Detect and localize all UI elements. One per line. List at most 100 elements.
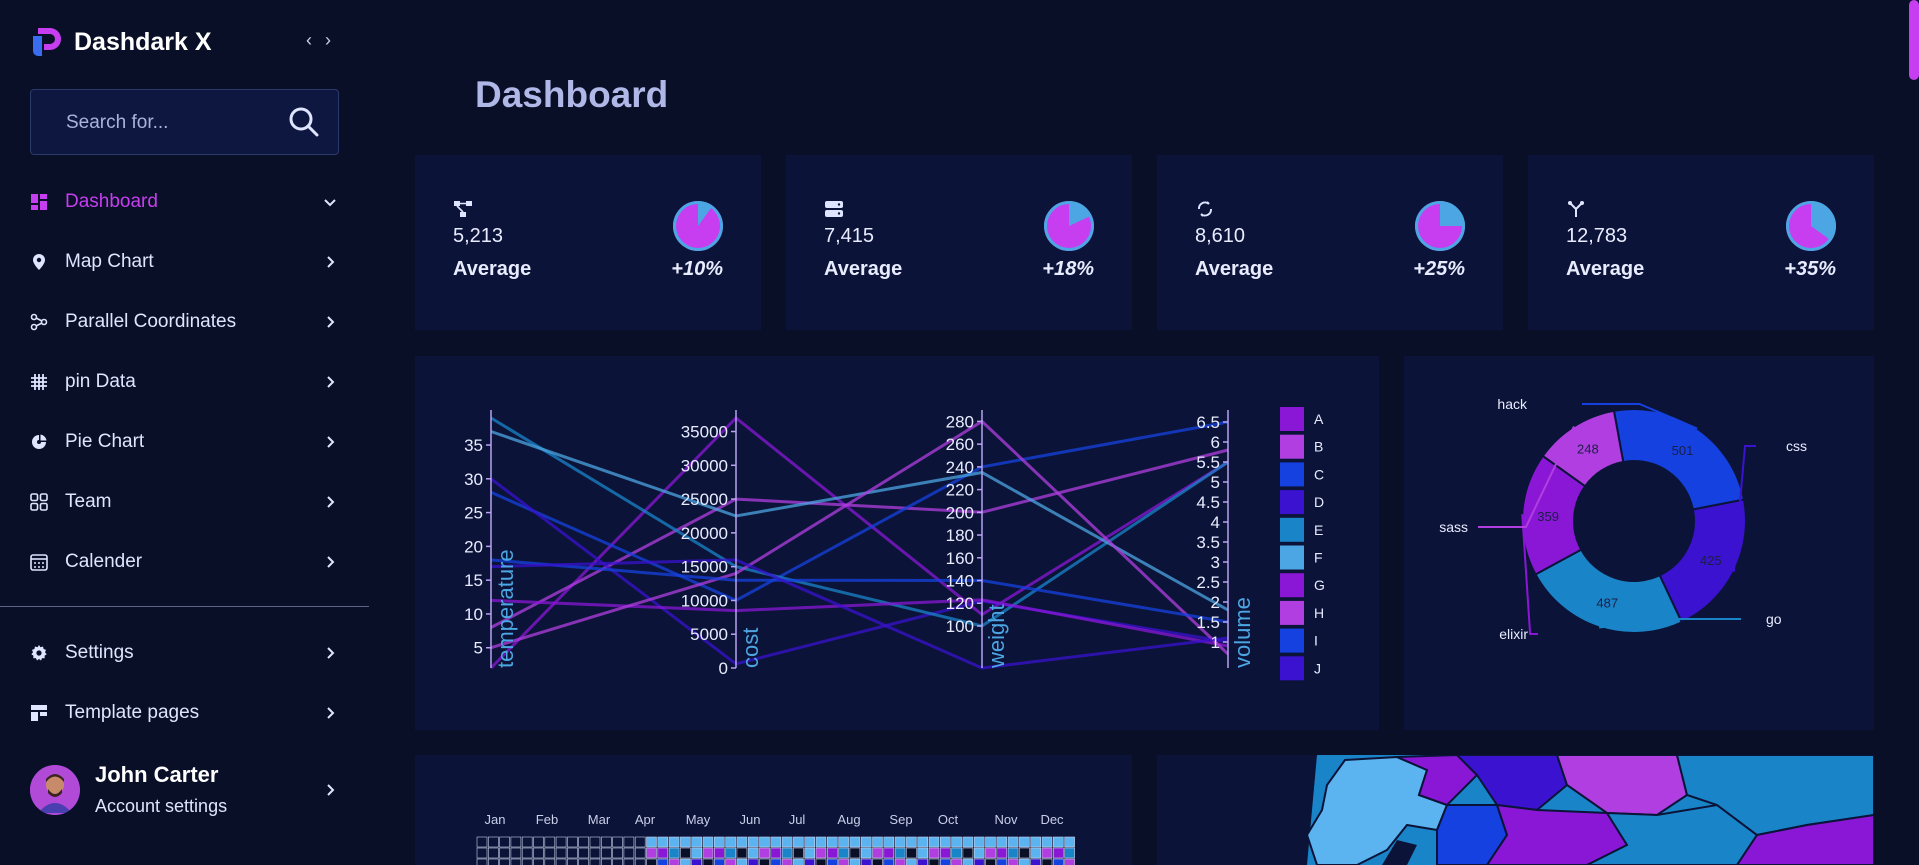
tick-label: 220: [946, 481, 974, 500]
sidebar-item-map-chart[interactable]: Map Chart: [0, 240, 369, 284]
legend-label: H: [1314, 605, 1324, 621]
heatmap-cell: [838, 847, 849, 859]
heatmap-cell: [962, 858, 974, 865]
heatmap-cell: [996, 847, 1008, 859]
heatmap-cell: [725, 858, 736, 865]
tick-label: 4: [1211, 513, 1220, 532]
tick-label: 30: [464, 470, 483, 489]
stat-card: 8,610 Average +25%: [1157, 155, 1503, 330]
sidebar-item-label: Settings: [65, 642, 134, 663]
tick-label: 25: [464, 504, 483, 523]
search-icon[interactable]: [288, 106, 320, 138]
chevron-right-icon: [327, 556, 335, 568]
slice-value: 501: [1672, 443, 1694, 458]
heatmap-cell: [567, 858, 578, 865]
heatmap-cell: [872, 858, 883, 865]
collapse-sidebar-button[interactable]: ‹ ›: [306, 30, 335, 51]
sidebar-item-calender[interactable]: Calender: [0, 540, 369, 584]
heatmap-cell: [725, 847, 736, 859]
heatmap-cell: [759, 836, 770, 848]
search-box[interactable]: Search for...: [30, 89, 339, 155]
tick-label: 200: [946, 503, 974, 522]
stat-label: Average: [824, 258, 903, 280]
heatmap-cell: [488, 858, 499, 865]
heatmap-cell: [601, 858, 612, 865]
tick-label: 120: [946, 594, 974, 613]
sidebar-item-label: Calender: [65, 551, 143, 572]
heatmap-cell: [804, 858, 816, 865]
heatmap-cell: [668, 836, 680, 848]
heatmap-cell: [578, 847, 589, 859]
stat-value: 5,213: [453, 225, 504, 247]
heatmap-cell: [555, 836, 567, 848]
heatmap-cell: [815, 836, 827, 848]
heatmap-cell: [793, 836, 804, 848]
logo-icon: [33, 28, 61, 56]
axis-label: volume: [1230, 597, 1255, 668]
progress-ring: [1415, 201, 1465, 251]
account-settings-link[interactable]: Account settings: [95, 796, 227, 817]
heatmap-cell: [589, 847, 601, 859]
heatmap-cell: [521, 836, 533, 848]
heatmap-cell: [759, 847, 770, 859]
parallel-coordinates-chart: 5101520253035temperature0500010000150002…: [464, 407, 1325, 681]
sync-icon: [1198, 201, 1212, 217]
tick-label: 1: [1211, 633, 1220, 652]
legend-label: J: [1314, 660, 1321, 676]
sidebar-item-parallel-coordinates[interactable]: Parallel Coordinates: [0, 300, 369, 344]
heatmap-cell: [555, 847, 567, 859]
slice-value: 425: [1700, 553, 1722, 568]
heatmap-cell: [917, 858, 929, 865]
brand[interactable]: Dashdark X: [30, 25, 212, 59]
heatmap-cell: [939, 858, 951, 865]
heatmap-cell: [747, 836, 759, 848]
sidebar-item-label: Template pages: [65, 702, 200, 723]
search-input[interactable]: Search for...: [66, 112, 168, 134]
sidebar-item-pin-data[interactable]: pin Data: [0, 360, 369, 404]
heatmap-cell: [928, 858, 940, 865]
sidebar-item-pie-chart[interactable]: Pie Chart: [0, 420, 369, 464]
sidebar-item-settings[interactable]: Settings: [0, 631, 369, 675]
sidebar-item-template-pages[interactable]: Template pages: [0, 691, 369, 735]
tick-label: 140: [946, 572, 974, 591]
tick-label: 5.5: [1196, 453, 1220, 472]
heatmap-cell: [544, 847, 556, 859]
tick-label: 35: [464, 436, 483, 455]
sidebar-item-dashboard[interactable]: Dashboard: [0, 180, 369, 224]
heatmap-cell: [804, 847, 816, 859]
legend-swatch: [1280, 434, 1304, 459]
heatmap-cell: [646, 836, 657, 848]
heatmap-cell: [578, 858, 589, 865]
series-line-E: [490, 416, 1229, 628]
calendar-icon: [30, 554, 48, 571]
heatmap-cell: [657, 836, 669, 848]
tick-label: 180: [946, 526, 974, 545]
heatmap-cell: [713, 847, 725, 859]
axis-label: cost: [738, 628, 763, 668]
heatmap-cell: [826, 836, 838, 848]
heatmap-cell: [499, 836, 510, 848]
stat-card: 5,213 Average +10%: [415, 155, 761, 330]
heatmap-cell: [521, 847, 533, 859]
heatmap-cell: [623, 836, 635, 848]
heatmap-cell: [510, 858, 522, 865]
heatmap-cell: [1007, 858, 1019, 865]
heatmap-cell: [849, 836, 861, 848]
sidebar-item-team[interactable]: Team: [0, 480, 369, 524]
heatmap-cell: [680, 836, 691, 848]
heatmap-cell: [838, 836, 849, 848]
heatmap-cell: [1019, 858, 1030, 865]
scrollbar-thumb[interactable]: [1909, 0, 1919, 80]
donut-chart-card: 501 hack 425 css 487 go 359 elixir 248 sass: [1404, 356, 1874, 730]
heatmap-cell: [680, 847, 691, 859]
tick-label: 4.5: [1196, 493, 1220, 512]
series-line-B: [490, 448, 1229, 629]
month-label: Sep: [889, 812, 912, 827]
user-account[interactable]: John Carter Account settings: [30, 760, 350, 822]
tick-label: 20: [464, 537, 483, 556]
heatmap-cell: [770, 858, 782, 865]
tick-label: 240: [946, 458, 974, 477]
page-title: Dashboard: [475, 74, 669, 115]
europe-map: [1157, 753, 1875, 865]
month-label: Jun: [740, 812, 761, 827]
